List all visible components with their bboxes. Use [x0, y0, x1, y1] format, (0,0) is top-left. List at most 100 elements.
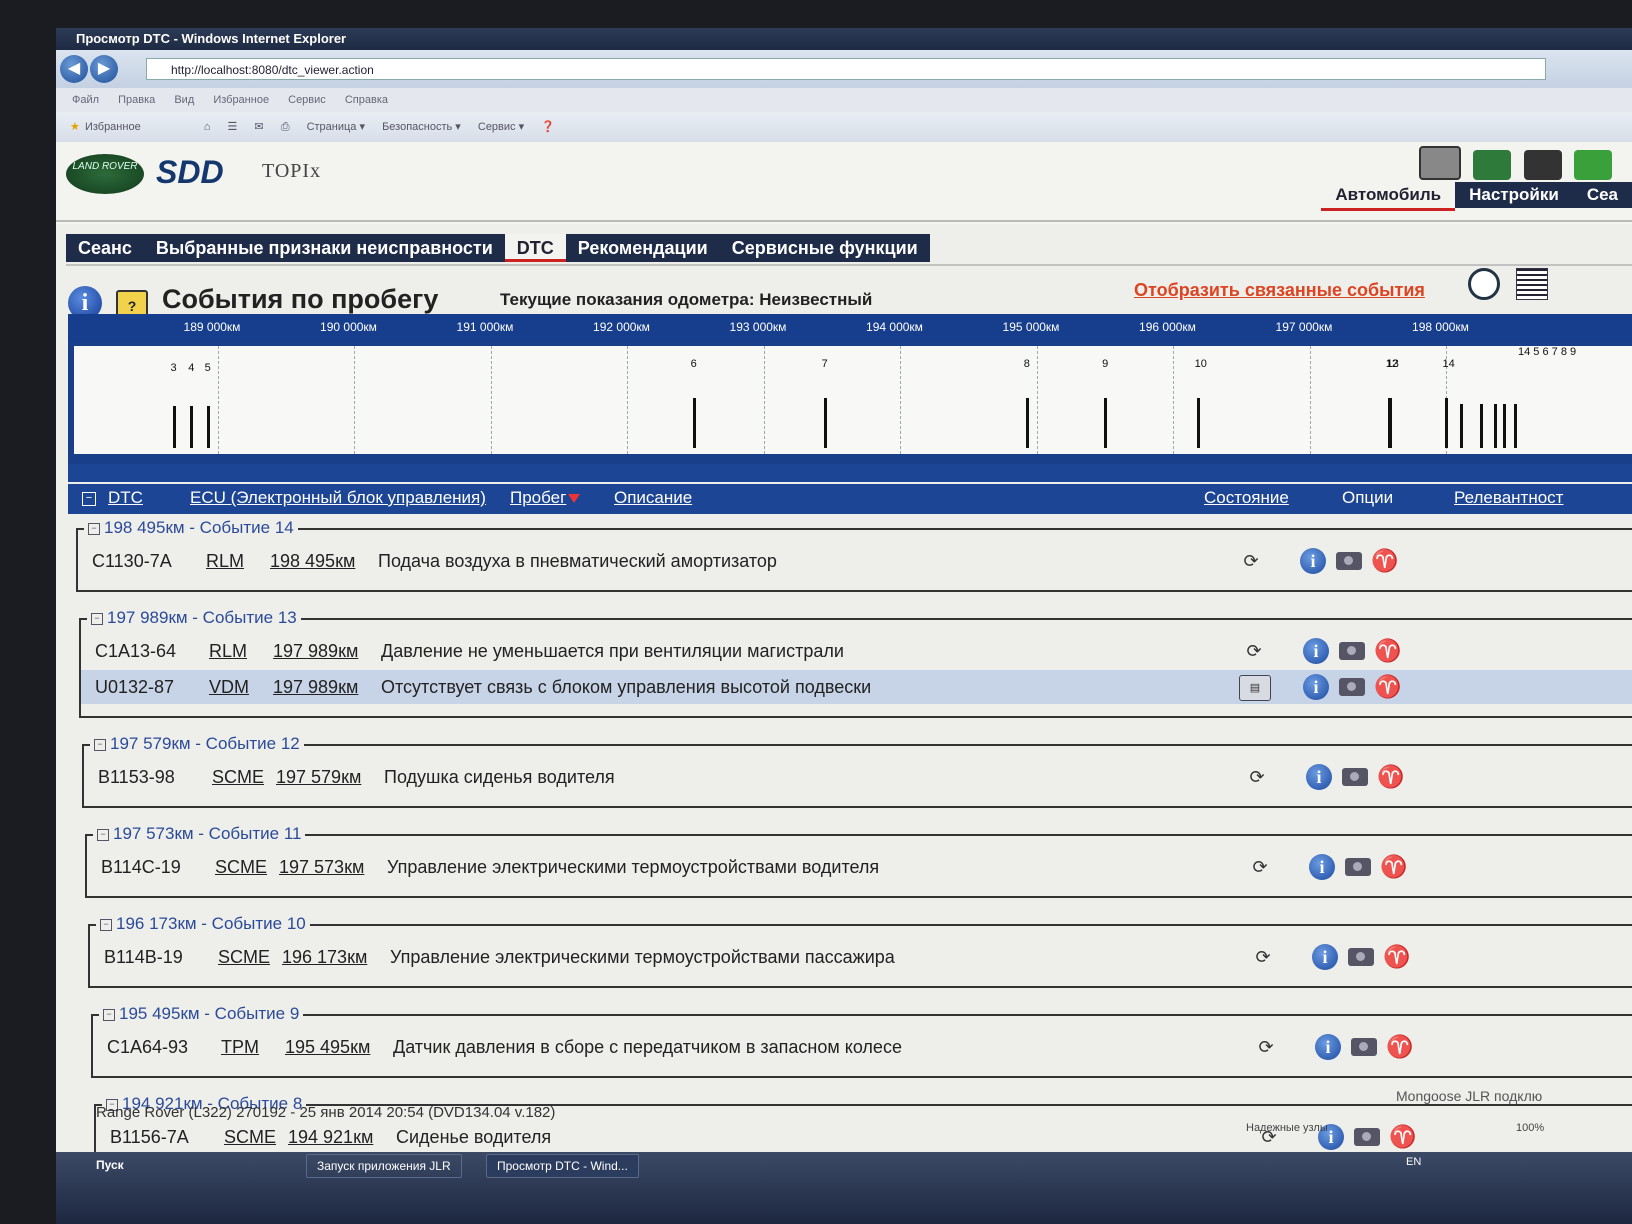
timeline-event-marker[interactable] [692, 398, 696, 448]
menu-file[interactable]: Файл [72, 94, 99, 106]
col-mileage[interactable]: Пробег [510, 488, 581, 508]
collapse-group-icon[interactable]: − [91, 612, 103, 625]
freeze-frame-icon[interactable] [1348, 948, 1374, 966]
task-jlr-launcher[interactable]: Запуск приложения JLR [306, 1154, 462, 1178]
start-button[interactable]: Пуск [96, 1158, 124, 1172]
tab-recommendations[interactable]: Рекомендации [566, 234, 720, 262]
timeline-event-marker[interactable] [1388, 398, 1392, 448]
collapse-group-icon[interactable]: − [94, 738, 106, 751]
tab-service-functions[interactable]: Сервисные функции [720, 234, 930, 262]
dtc-info-icon[interactable]: i [1315, 1034, 1341, 1060]
help-icon[interactable]: ❓ [541, 121, 555, 133]
mileage-link[interactable]: 197 989км [273, 670, 358, 704]
dtc-info-icon[interactable]: i [1306, 764, 1332, 790]
event-group-title[interactable]: −198 495км - Событие 14 [84, 518, 298, 538]
show-related-events-link[interactable]: Отобразить связанные события [1134, 280, 1425, 301]
mileage-link[interactable]: 197 579км [276, 760, 361, 794]
diagnose-stethoscope-icon[interactable]: ♈ [1373, 672, 1403, 702]
ecu-link[interactable]: SCME [212, 760, 264, 794]
col-dtc[interactable]: DTC [108, 488, 143, 508]
ecu-link[interactable]: TPM [221, 1030, 259, 1064]
mileage-link[interactable]: 195 495км [285, 1030, 370, 1064]
list-view-icon[interactable] [1516, 268, 1548, 300]
freeze-frame-icon[interactable] [1336, 552, 1362, 570]
security-menu[interactable]: Безопасность ▾ [382, 121, 461, 133]
timeline-event-marker[interactable] [1104, 398, 1108, 448]
ecu-link[interactable]: SCME [215, 850, 267, 884]
mileage-link[interactable]: 197 989км [273, 634, 358, 668]
timeline-event-marker[interactable] [1025, 398, 1029, 448]
tab-dtc[interactable]: DTC [504, 234, 566, 262]
event-group-title[interactable]: −197 573км - Событие 11 [93, 824, 306, 844]
timeline-event-marker[interactable] [206, 406, 210, 448]
dtc-row[interactable]: C1A64-93 TPM 195 495км Датчик давления в сб… [93, 1030, 1632, 1064]
col-ecu[interactable]: ECU (Электронный блок управления) [190, 488, 486, 508]
forward-icon[interactable]: ▶ [90, 55, 118, 83]
event-group-title[interactable]: −195 495км - Событие 9 [99, 1004, 304, 1024]
tray-language[interactable]: EN [1406, 1156, 1421, 1168]
task-dtc-viewer[interactable]: Просмотр DTC - Wind... [486, 1154, 639, 1178]
tab-settings[interactable]: Настройки [1455, 182, 1573, 208]
timeline-event-marker[interactable] [1196, 398, 1200, 448]
rss-icon[interactable]: ☰ [227, 121, 237, 133]
green-folder-icon[interactable] [1574, 150, 1612, 180]
favorites-button[interactable]: Избранное [85, 121, 141, 133]
mileage-link[interactable]: 198 495км [270, 544, 355, 578]
freeze-frame-icon[interactable] [1339, 642, 1365, 660]
freeze-frame-icon[interactable] [1351, 1038, 1377, 1056]
collapse-all-icon[interactable]: − [82, 492, 96, 506]
service-menu[interactable]: Сервис ▾ [478, 121, 524, 133]
menu-edit[interactable]: Правка [118, 94, 155, 106]
home-icon[interactable]: ⌂ [204, 121, 211, 133]
tab-vehicle[interactable]: Автомобиль [1321, 182, 1456, 211]
dtc-info-icon[interactable]: i [1300, 548, 1326, 574]
back-icon[interactable]: ◀ [60, 55, 88, 83]
timeline-event-marker[interactable] [1493, 404, 1497, 448]
dtc-row[interactable]: C1130-7A RLM 198 495км Подача воздуха в пне… [78, 544, 1632, 578]
collapse-group-icon[interactable]: − [100, 918, 112, 931]
timeline-event-marker[interactable] [1444, 398, 1448, 448]
tab-session-top[interactable]: Сеа [1572, 182, 1632, 208]
dtc-info-icon[interactable]: i [1303, 674, 1329, 700]
timeline-event-marker[interactable] [172, 406, 176, 448]
ecu-module-icon[interactable] [1473, 150, 1512, 180]
col-relevance[interactable]: Релевантност [1454, 488, 1563, 508]
timeline-event-marker[interactable] [1503, 404, 1507, 448]
mileage-timeline[interactable]: 189 000км 190 000км 191 000км 192 000км 193 … [68, 314, 1632, 482]
mail-icon[interactable]: ✉ [254, 121, 263, 133]
dtc-row[interactable]: B114B-19 SCME 196 173км Управление электрич… [90, 940, 1632, 974]
freeze-frame-icon[interactable] [1339, 678, 1365, 696]
tab-selected-symptoms[interactable]: Выбранные признаки неисправности [144, 234, 505, 262]
event-group-title[interactable]: −196 173км - Событие 10 [96, 914, 310, 934]
collapse-group-icon[interactable]: − [103, 1008, 115, 1021]
print-icon[interactable]: ⎙ [281, 121, 290, 133]
dtc-row[interactable]: B114C-19 SCME 197 573км Управление электрич… [87, 850, 1632, 884]
battery-icon[interactable] [1523, 150, 1562, 180]
diagnose-stethoscope-icon[interactable]: ♈ [1385, 1032, 1415, 1062]
mileage-link[interactable]: 196 173км [282, 940, 367, 974]
dtc-row[interactable]: B1153-98 SCME 197 579км Подушка сиденья вод… [84, 760, 1632, 794]
page-menu[interactable]: Страница ▾ [307, 121, 365, 133]
mileage-link[interactable]: 197 573км [279, 850, 364, 884]
medical-kit-icon[interactable] [1418, 146, 1461, 180]
timeline-event-marker[interactable] [190, 406, 194, 448]
timeline-event-marker[interactable] [1459, 404, 1463, 448]
freeze-frame-icon[interactable] [1345, 858, 1371, 876]
dtc-info-icon[interactable]: i [1309, 854, 1335, 880]
event-group-title[interactable]: −197 579км - Событие 12 [90, 734, 304, 754]
menu-help[interactable]: Справка [345, 94, 388, 106]
timeline-event-marker[interactable] [1480, 404, 1484, 448]
tab-session[interactable]: Сеанс [66, 234, 144, 262]
collapse-group-icon[interactable]: − [88, 522, 100, 535]
diagnose-stethoscope-icon[interactable]: ♈ [1370, 546, 1400, 576]
dtc-row[interactable]: U0132-87 VDM 197 989км Отсутствует связь с … [81, 670, 1632, 704]
favorites-star-icon[interactable]: ★ [70, 121, 80, 133]
dtc-info-icon[interactable]: i [1312, 944, 1338, 970]
col-description[interactable]: Описание [614, 488, 692, 508]
timeline-event-marker[interactable] [1513, 404, 1517, 448]
menu-tools[interactable]: Сервис [288, 94, 326, 106]
dtc-info-icon[interactable]: i [1303, 638, 1329, 664]
ecu-link[interactable]: RLM [206, 544, 244, 578]
diagnose-stethoscope-icon[interactable]: ♈ [1376, 762, 1406, 792]
collapse-group-icon[interactable]: − [97, 828, 109, 841]
